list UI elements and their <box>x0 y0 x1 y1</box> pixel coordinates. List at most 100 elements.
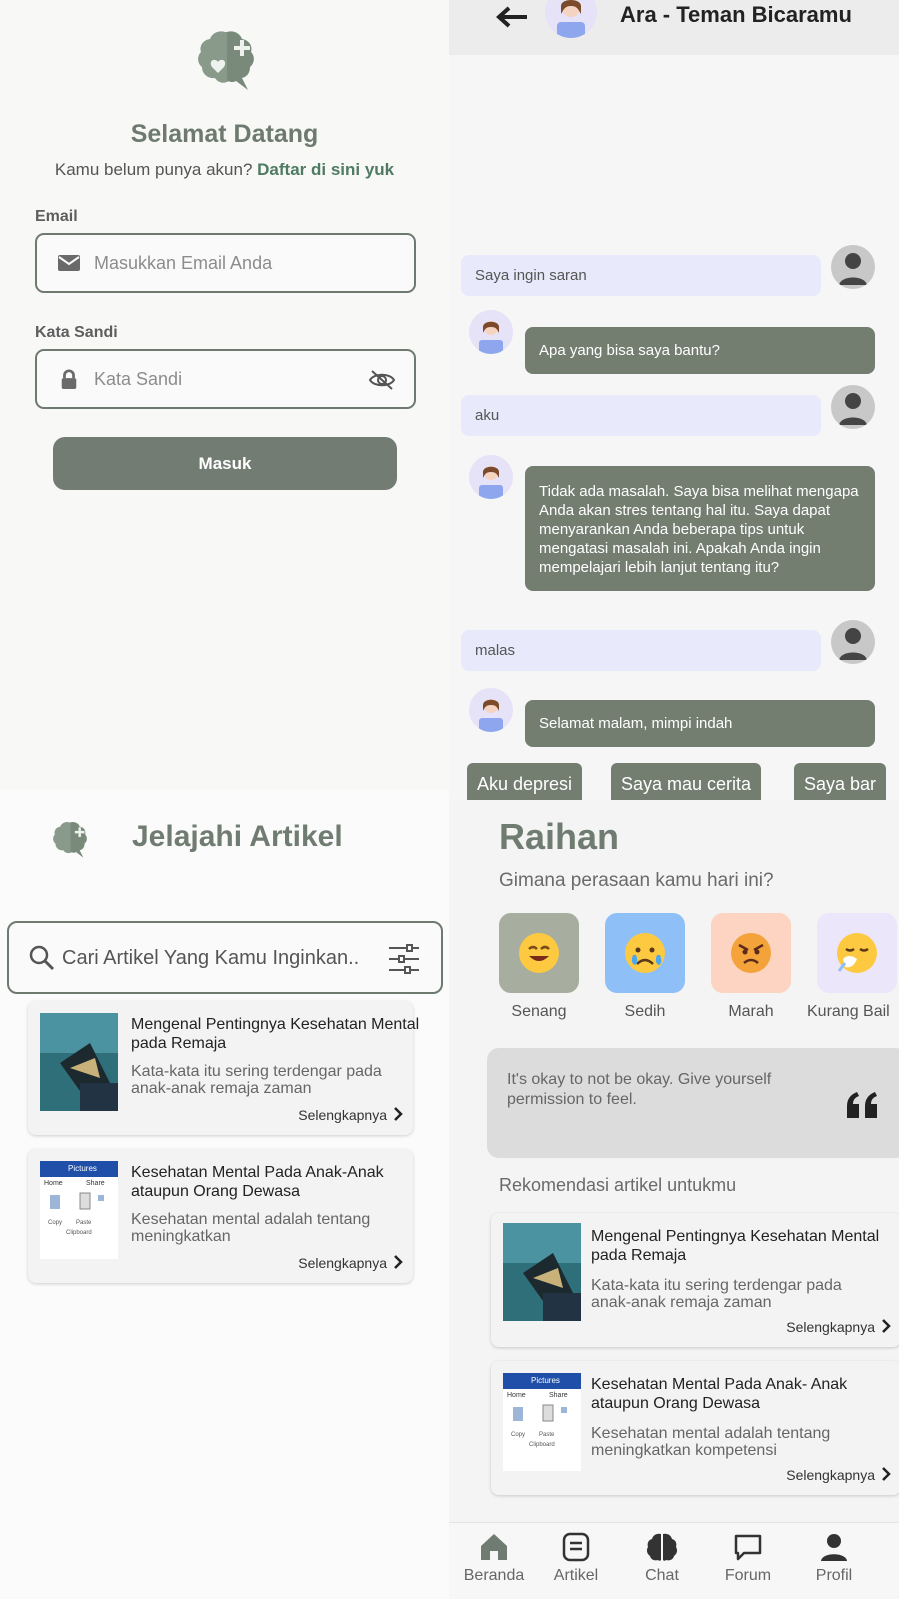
bot-avatar <box>469 455 513 499</box>
article-card[interactable]: Pictures Home Share Copy Paste Clipboard… <box>28 1149 413 1283</box>
chevron-right-icon <box>394 1107 403 1121</box>
thumb-paste-label: Paste <box>76 1220 92 1226</box>
article-excerpt: Kesehatan mental adalah tentang meningka… <box>591 1425 831 1459</box>
thumb-ribbon: Home Share <box>40 1177 118 1191</box>
chat-title: Ara - Teman Bicaramu <box>620 2 852 27</box>
quick-reply-chip[interactable]: Saya bar <box>794 763 887 800</box>
thumb-share-label: Share <box>549 1392 568 1399</box>
user-message: aku <box>461 395 821 436</box>
nav-forum[interactable]: Forum <box>703 1531 793 1585</box>
read-more-link[interactable]: Selengkapnya <box>298 1107 387 1123</box>
user-avatar <box>831 245 875 289</box>
filter-icon[interactable] <box>387 943 421 975</box>
articles-screen: Jelajahi Artikel Cari Artikel Yang Kamu … <box>0 790 449 1599</box>
sick-face-icon <box>837 933 877 973</box>
welcome-title: Selamat Datang <box>130 120 319 148</box>
arrow-left-icon[interactable] <box>495 6 529 28</box>
bot-avatar <box>469 310 513 354</box>
thumb-paste-label: Paste <box>539 1432 555 1438</box>
thumb-home-label: Home <box>507 1392 526 1399</box>
brain-logo-icon <box>198 31 254 90</box>
read-more-link[interactable]: Selengkapnya <box>786 1319 875 1335</box>
article-excerpt: Kata-kata itu sering terdengar pada anak… <box>591 1277 842 1311</box>
mood-label: Sedih <box>624 1003 666 1020</box>
thumb-ribbon: Home Share <box>503 1389 581 1403</box>
chat-header: Ara - Teman Bicaramu <box>449 0 899 55</box>
happy-face-icon <box>519 933 559 973</box>
mood-kurang-baik-button[interactable] <box>817 913 897 993</box>
chat-screen: Ara - Teman Bicaramu Saya ingin saran Ap… <box>449 0 899 800</box>
page-title: Jelajahi Artikel <box>132 820 343 853</box>
article-thumbnail: Pictures Home Share Copy Paste Clipboard <box>40 1161 118 1259</box>
user-message: malas <box>461 630 821 671</box>
bottom-nav: Beranda Artikel Chat Forum Profil <box>449 1522 899 1599</box>
user-avatar <box>831 620 875 664</box>
password-placeholder: Kata Sandi <box>94 369 183 389</box>
thumb-labels: Copy Paste Clipboard <box>40 1220 118 1236</box>
email-field[interactable]: Masukkan Email Anda <box>35 233 416 293</box>
sad-face-icon <box>625 933 665 973</box>
article-excerpt: Kata-kata itu sering terdengar pada anak… <box>131 1063 382 1097</box>
nav-profil[interactable]: Profil <box>789 1531 879 1585</box>
register-link[interactable]: Daftar di sini yuk <box>257 160 394 179</box>
thumb-clipboard-label: Clipboard <box>529 1442 555 1448</box>
mood-senang-button[interactable] <box>499 913 579 993</box>
nav-artikel[interactable]: Artikel <box>531 1531 621 1585</box>
thumb-folder-label: Pictures <box>40 1161 118 1177</box>
profile-icon <box>821 1534 847 1561</box>
article-icon <box>562 1532 590 1562</box>
mood-label: Kurang Bail <box>807 1003 890 1020</box>
quote-text: It's okay to not be okay. Give yourself … <box>507 1071 772 1108</box>
user-avatar <box>831 385 875 429</box>
article-title: Kesehatan Mental Pada Anak-Anak ataupun … <box>131 1164 384 1200</box>
user-message: Saya ingin saran <box>461 255 821 296</box>
mood-sedih-button[interactable] <box>605 913 685 993</box>
thumb-copy-label: Copy <box>511 1432 526 1438</box>
brain-icon <box>646 1533 678 1561</box>
article-excerpt: Kesehatan mental adalah tentang meningka… <box>131 1211 371 1245</box>
quick-reply-chip[interactable]: Saya mau cerita <box>611 763 762 800</box>
nav-label: Chat <box>645 1567 679 1584</box>
login-screen: Selamat Datang Kamu belum punya akun? Da… <box>0 0 449 790</box>
nav-chat[interactable]: Chat <box>617 1531 707 1585</box>
chevron-right-icon <box>394 1255 403 1269</box>
thumb-folder-label: Pictures <box>503 1373 581 1389</box>
read-more-link[interactable]: Selengkapnya <box>786 1467 875 1483</box>
thumb-labels: Copy Paste Clipboard <box>503 1432 581 1448</box>
nav-label: Forum <box>724 1567 772 1584</box>
quick-reply-chip[interactable]: Aku depresi <box>467 763 583 800</box>
login-button[interactable]: Masuk <box>53 437 397 490</box>
article-card[interactable]: Mengenal Pentingnya Kesehatan Mental pad… <box>491 1213 899 1347</box>
email-label: Email <box>35 208 78 225</box>
lock-icon <box>61 369 77 389</box>
nav-label: Profil <box>815 1567 853 1584</box>
article-title: Kesehatan Mental Pada Anak- Anak ataupun… <box>591 1376 848 1412</box>
nav-beranda[interactable]: Beranda <box>449 1531 539 1585</box>
search-input[interactable]: Cari Artikel Yang Kamu Inginkan.. <box>7 921 443 994</box>
search-icon <box>29 945 55 971</box>
home-icon <box>481 1534 507 1560</box>
password-label: Kata Sandi <box>35 324 118 341</box>
eye-off-icon[interactable] <box>368 369 396 391</box>
read-more-link[interactable]: Selengkapnya <box>298 1255 387 1271</box>
chevron-right-icon <box>882 1319 891 1333</box>
article-card[interactable]: Pictures Home Share Copy Paste Clipboard… <box>491 1361 899 1495</box>
thumb-clipboard-label: Clipboard <box>66 1230 92 1236</box>
article-thumbnail <box>503 1223 581 1321</box>
angry-face-icon <box>731 933 771 973</box>
mail-icon <box>58 255 80 271</box>
bot-message: Tidak ada masalah. Saya bisa melihat men… <box>525 466 875 591</box>
user-name: Raihan <box>499 816 620 857</box>
thumb-copy-label: Copy <box>48 1220 63 1226</box>
article-card[interactable]: Mengenal Pentingnya Kesehatan Mental pad… <box>28 1001 419 1135</box>
bot-message: Apa yang bisa saya bantu? <box>525 327 875 374</box>
thumb-home-label: Home <box>44 1180 63 1187</box>
email-placeholder: Masukkan Email Anda <box>94 253 273 273</box>
bot-message: Selamat malam, mimpi indah <box>525 700 875 747</box>
register-prompt-text: Kamu belum punya akun? <box>54 160 253 179</box>
mood-marah-button[interactable] <box>711 913 791 993</box>
home-screen: Raihan Gimana perasaan kamu hari ini? Se… <box>449 800 899 1599</box>
quote-icon <box>847 1092 877 1118</box>
password-field[interactable]: Kata Sandi <box>35 349 416 409</box>
article-title: Mengenal Pentingnya Kesehatan Mental pad… <box>131 1016 420 1052</box>
